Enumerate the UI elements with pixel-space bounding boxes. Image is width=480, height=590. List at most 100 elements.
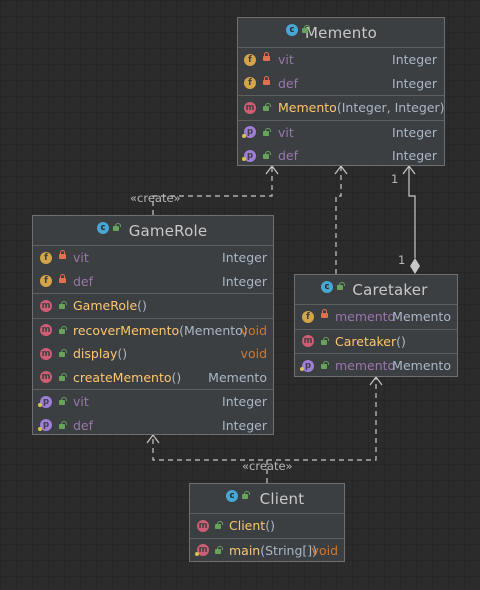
method-params: (): [265, 518, 275, 533]
method-params: (): [117, 346, 128, 361]
public-icon: [263, 103, 271, 111]
methods-section: m GameRole(): [33, 294, 273, 319]
method-row[interactable]: m Caretaker(): [295, 330, 457, 354]
return-type: Memento: [208, 369, 267, 385]
class-header: c Caretaker: [295, 275, 457, 305]
field-row[interactable]: f vit Integer: [238, 48, 444, 72]
static-methods-section: m main(String[]) void: [190, 539, 344, 563]
field-row[interactable]: f def Integer: [33, 270, 273, 294]
method-signature: createMemento(): [73, 366, 181, 390]
field-name: memento: [335, 309, 396, 324]
public-icon: [337, 282, 345, 290]
class-name: Client: [259, 489, 305, 508]
field-row[interactable]: f memento Memento: [295, 305, 457, 329]
property-row[interactable]: p vit Integer: [238, 121, 444, 145]
method-name: display: [73, 346, 118, 361]
public-icon: [113, 223, 121, 231]
field-row[interactable]: f def Integer: [238, 72, 444, 96]
private-lock-icon: [321, 309, 328, 318]
class-caretaker[interactable]: c Caretaker f memento Memento m Caretake…: [294, 274, 458, 377]
property-name: vit: [73, 394, 89, 409]
field-name: vit: [73, 250, 89, 265]
method-name: main: [229, 542, 261, 558]
private-lock-icon: [263, 52, 270, 61]
class-header: c Client: [190, 484, 344, 514]
field-name: def: [278, 75, 299, 91]
operations-section: m recoverMemento(Memento) void m display…: [33, 319, 273, 390]
property-name: memento: [335, 358, 396, 373]
method-icon: m: [40, 324, 52, 336]
field-name: def: [73, 273, 94, 289]
method-row[interactable]: m Client(): [190, 514, 344, 538]
client-create-label: «create»: [242, 459, 293, 473]
properties-section: p memento Memento: [295, 354, 457, 378]
method-name: GameRole: [73, 298, 138, 313]
getter-icon: [38, 403, 42, 407]
property-row[interactable]: p vit Integer: [33, 390, 273, 414]
field-icon: f: [244, 77, 256, 89]
caretaker-uses-memento-arrow: [335, 166, 342, 274]
caretaker-multiplicity: 1: [398, 253, 406, 267]
property-type: Integer: [392, 148, 437, 163]
memento-multiplicity: 1: [391, 172, 399, 186]
properties-section: p vit Integer p def Integer: [238, 121, 444, 168]
method-signature: recoverMemento(Memento): [73, 319, 248, 343]
class-name: GameRole: [128, 221, 208, 240]
method-icon: m: [244, 101, 256, 114]
property-type: Memento: [392, 358, 451, 373]
property-name: def: [73, 417, 94, 433]
public-icon: [215, 545, 223, 554]
class-gamerole[interactable]: c GameRole f vit Integer f def Integer m…: [32, 215, 274, 435]
public-icon: [59, 349, 67, 357]
method-row[interactable]: m recoverMemento(Memento) void: [33, 319, 273, 343]
class-header: c GameRole: [33, 216, 273, 246]
caretaker-aggregates-memento: [408, 166, 416, 258]
method-row[interactable]: m GameRole(): [33, 294, 273, 318]
getter-icon: [300, 367, 304, 371]
method-name: Client: [229, 518, 266, 533]
method-icon: m: [302, 335, 314, 347]
property-type: Integer: [222, 417, 267, 433]
method-signature: main(String[]): [229, 539, 317, 563]
field-type: Integer: [222, 250, 267, 265]
property-type: Integer: [392, 124, 437, 140]
class-name: Memento: [305, 23, 377, 42]
class-icon: c: [97, 221, 109, 234]
field-type: Integer: [222, 273, 267, 289]
public-icon: [321, 336, 329, 345]
field-type: Integer: [392, 52, 437, 67]
public-icon: [215, 521, 223, 529]
method-row[interactable]: m display() void: [33, 342, 273, 366]
field-icon: f: [302, 310, 314, 323]
field-row[interactable]: f vit Integer: [33, 246, 273, 270]
public-icon: [263, 151, 271, 159]
class-memento[interactable]: c Memento f vit Integer f def Integer m …: [237, 17, 445, 166]
method-row[interactable]: m createMemento() Memento: [33, 366, 273, 390]
method-params: (String[]): [260, 542, 318, 558]
property-row[interactable]: p def Integer: [33, 414, 273, 438]
properties-section: p vit Integer p def Integer: [33, 390, 273, 437]
public-icon: [59, 372, 67, 381]
getter-icon: [242, 133, 246, 138]
method-row[interactable]: m Memento(Integer, Integer): [238, 96, 444, 120]
property-name: vit: [278, 124, 294, 140]
public-icon: [59, 325, 67, 334]
method-row[interactable]: m main(String[]) void: [190, 539, 344, 563]
fields-section: f vit Integer f def Integer: [238, 48, 444, 96]
field-icon: f: [40, 251, 52, 264]
method-params: (Integer, Integer): [336, 100, 445, 115]
class-name: Caretaker: [352, 280, 428, 299]
aggregation-diamond: [410, 258, 420, 274]
public-icon: [242, 491, 250, 499]
property-row[interactable]: p def Integer: [238, 144, 444, 168]
class-client[interactable]: c Client m Client() m main(String[]) voi…: [189, 483, 345, 562]
getter-icon: [242, 157, 246, 161]
gamerole-create-label: «create»: [130, 191, 181, 205]
method-name: Memento: [278, 100, 337, 115]
method-params: (): [171, 369, 182, 385]
method-icon: m: [197, 519, 209, 532]
property-row[interactable]: p memento Memento: [295, 354, 457, 378]
field-icon: f: [244, 53, 256, 66]
class-icon: c: [226, 489, 238, 502]
field-icon: f: [40, 275, 52, 287]
